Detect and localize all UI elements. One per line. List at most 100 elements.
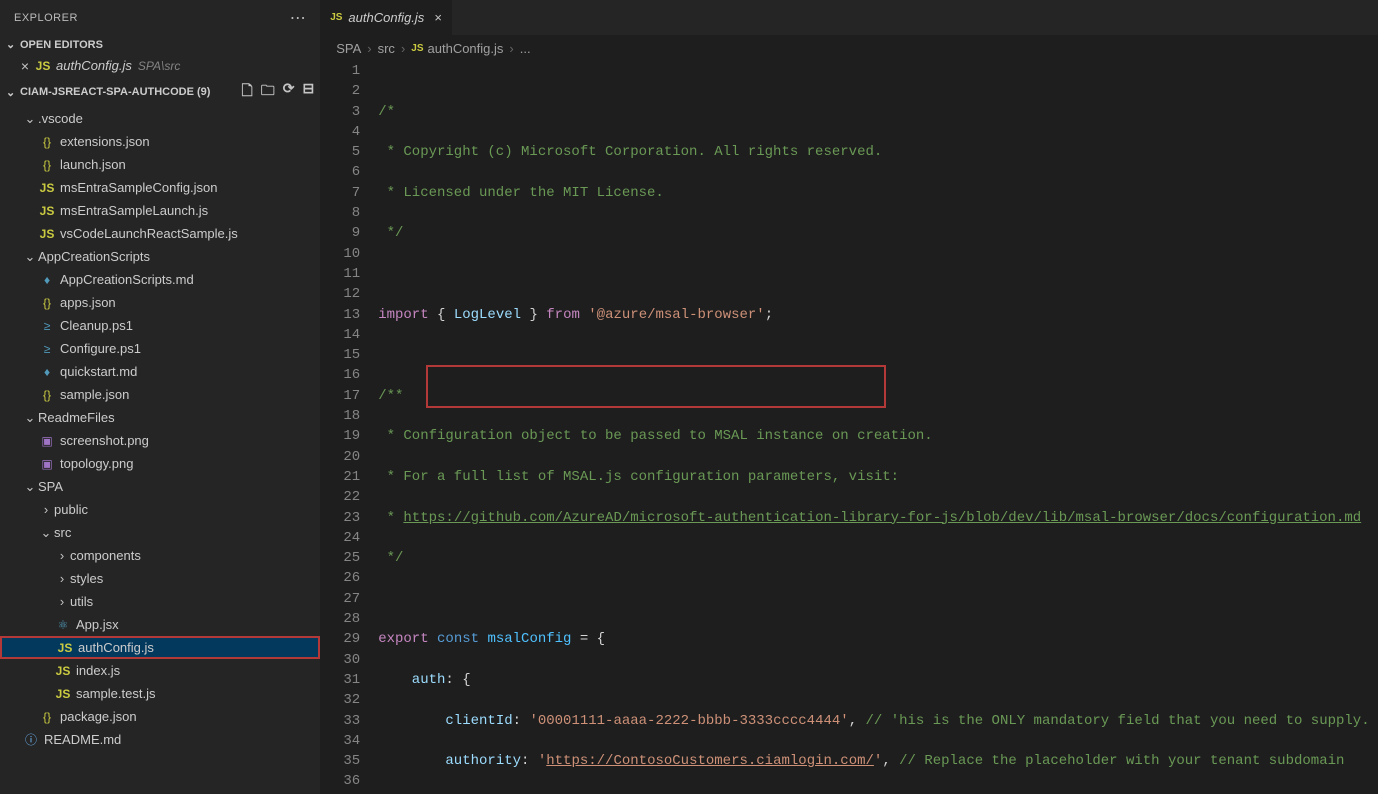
folder-spa[interactable]: ⌄SPA bbox=[0, 475, 320, 498]
collapse-icon[interactable]: ⊟ bbox=[302, 80, 314, 104]
project-label: CIAM-JSREACT-SPA-AUTHCODE (9) bbox=[20, 86, 210, 98]
file-label: extensions.json bbox=[60, 134, 150, 149]
folder-label: AppCreationScripts bbox=[38, 249, 150, 264]
file-msentra-launch[interactable]: JS msEntraSampleLaunch.js bbox=[0, 199, 320, 222]
folder-styles[interactable]: ›styles bbox=[0, 567, 320, 590]
json-icon: {} bbox=[38, 710, 56, 724]
close-icon[interactable]: × bbox=[434, 10, 442, 25]
chevron-right-icon: › bbox=[54, 594, 70, 609]
file-cleanup[interactable]: ≥Cleanup.ps1 bbox=[0, 314, 320, 337]
file-index[interactable]: JS index.js bbox=[0, 659, 320, 682]
file-label: launch.json bbox=[60, 157, 126, 172]
file-authconfig[interactable]: JS authConfig.js bbox=[0, 636, 320, 659]
file-label: screenshot.png bbox=[60, 433, 149, 448]
file-sample-json[interactable]: {} sample.json bbox=[0, 383, 320, 406]
file-configure[interactable]: ≥Configure.ps1 bbox=[0, 337, 320, 360]
file-label: App.jsx bbox=[76, 617, 119, 632]
folder-label: ReadmeFiles bbox=[38, 410, 115, 425]
folder-label: styles bbox=[70, 571, 103, 586]
file-label: msEntraSampleLaunch.js bbox=[60, 203, 208, 218]
code-content[interactable]: /* * Copyright (c) Microsoft Corporation… bbox=[378, 61, 1378, 794]
folder-label: public bbox=[54, 502, 88, 517]
explorer-title: EXPLORER bbox=[14, 12, 78, 24]
file-appcreation-md[interactable]: ♦AppCreationScripts.md bbox=[0, 268, 320, 291]
file-topology[interactable]: ▣topology.png bbox=[0, 452, 320, 475]
file-launch[interactable]: {}launch.json bbox=[0, 153, 320, 176]
folder-label: src bbox=[54, 525, 71, 540]
crumb-file[interactable]: authConfig.js bbox=[428, 41, 504, 56]
js-icon: JS bbox=[34, 59, 52, 73]
refresh-icon[interactable]: ⟳ bbox=[283, 80, 295, 104]
js-icon: JS bbox=[38, 227, 56, 241]
code-editor[interactable]: 1234567891011121314151617181920212223242… bbox=[320, 61, 1378, 794]
file-name: authConfig.js bbox=[56, 58, 132, 73]
crumb-spa[interactable]: SPA bbox=[336, 41, 361, 56]
project-actions: 🗋 🗀 ⟳ ⊟ bbox=[241, 80, 314, 104]
crumb-more[interactable]: ... bbox=[520, 41, 531, 56]
tab-authconfig[interactable]: JS authConfig.js × bbox=[320, 0, 453, 35]
json-icon: {} bbox=[38, 388, 56, 402]
project-header[interactable]: ⌄ CIAM-JSREACT-SPA-AUTHCODE (9) 🗋 🗀 ⟳ ⊟ bbox=[0, 77, 320, 107]
chevron-right-icon: › bbox=[38, 502, 54, 517]
chevron-right-icon: › bbox=[401, 41, 405, 56]
new-folder-icon[interactable]: 🗀 bbox=[261, 80, 275, 104]
folder-label: SPA bbox=[38, 479, 63, 494]
chevron-right-icon: › bbox=[509, 41, 513, 56]
info-icon: ⓘ bbox=[22, 731, 40, 748]
file-label: index.js bbox=[76, 663, 120, 678]
open-editors-label: OPEN EDITORS bbox=[20, 39, 103, 51]
file-label: Cleanup.ps1 bbox=[60, 318, 133, 333]
editor-area: JS authConfig.js × SPA › src › JS authCo… bbox=[320, 0, 1378, 794]
line-gutter: 1234567891011121314151617181920212223242… bbox=[320, 61, 378, 794]
folder-utils[interactable]: ›utils bbox=[0, 590, 320, 613]
chevron-down-icon: ⌄ bbox=[22, 479, 38, 495]
js-icon: JS bbox=[54, 687, 72, 701]
crumb-src[interactable]: src bbox=[378, 41, 395, 56]
file-label: vsCodeLaunchReactSample.js bbox=[60, 226, 238, 241]
chevron-down-icon: ⌄ bbox=[6, 86, 20, 99]
file-quickstart[interactable]: ♦quickstart.md bbox=[0, 360, 320, 383]
folder-components[interactable]: ›components bbox=[0, 544, 320, 567]
open-editors-header[interactable]: ⌄ OPEN EDITORS bbox=[0, 35, 320, 54]
folder-appcreation[interactable]: ⌄AppCreationScripts bbox=[0, 245, 320, 268]
breadcrumb[interactable]: SPA › src › JS authConfig.js › ... bbox=[320, 35, 1378, 61]
react-icon: ⚛ bbox=[54, 618, 72, 632]
file-msentra-config[interactable]: JS msEntraSampleConfig.json bbox=[0, 176, 320, 199]
file-label: sample.test.js bbox=[76, 686, 155, 701]
file-vscode-launch[interactable]: JS vsCodeLaunchReactSample.js bbox=[0, 222, 320, 245]
file-label: sample.json bbox=[60, 387, 129, 402]
more-actions-icon[interactable]: ⋯ bbox=[290, 8, 307, 28]
file-appjsx[interactable]: ⚛ App.jsx bbox=[0, 613, 320, 636]
file-apps-json[interactable]: {}apps.json bbox=[0, 291, 320, 314]
close-icon[interactable]: × bbox=[16, 58, 34, 74]
file-screenshot[interactable]: ▣screenshot.png bbox=[0, 429, 320, 452]
js-icon: JS bbox=[38, 204, 56, 218]
js-icon: JS bbox=[38, 181, 56, 195]
js-icon: JS bbox=[56, 641, 74, 655]
chevron-down-icon: ⌄ bbox=[6, 38, 20, 51]
md-icon: ♦ bbox=[38, 273, 56, 287]
file-extensions[interactable]: {}extensions.json bbox=[0, 130, 320, 153]
chevron-right-icon: › bbox=[54, 548, 70, 563]
new-file-icon[interactable]: 🗋 bbox=[241, 80, 252, 104]
file-package[interactable]: {}package.json bbox=[0, 705, 320, 728]
json-icon: {} bbox=[38, 296, 56, 310]
folder-label: .vscode bbox=[38, 111, 83, 126]
open-editor-item[interactable]: × JS authConfig.js SPA\src bbox=[0, 54, 320, 77]
file-label: msEntraSampleConfig.json bbox=[60, 180, 218, 195]
chevron-down-icon: ⌄ bbox=[22, 249, 38, 265]
file-sample-test[interactable]: JS sample.test.js bbox=[0, 682, 320, 705]
folder-public[interactable]: ›public bbox=[0, 498, 320, 521]
folder-vscode[interactable]: ⌄.vscode bbox=[0, 107, 320, 130]
folder-src[interactable]: ⌄src bbox=[0, 521, 320, 544]
file-readme[interactable]: ⓘREADME.md bbox=[0, 728, 320, 751]
file-label: authConfig.js bbox=[78, 640, 154, 655]
file-label: quickstart.md bbox=[60, 364, 137, 379]
folder-readmefiles[interactable]: ⌄ReadmeFiles bbox=[0, 406, 320, 429]
chevron-right-icon: › bbox=[367, 41, 371, 56]
js-icon: JS bbox=[411, 43, 423, 54]
chevron-down-icon: ⌄ bbox=[22, 410, 38, 426]
chevron-right-icon: › bbox=[54, 571, 70, 586]
js-icon: JS bbox=[54, 664, 72, 678]
file-path: SPA\src bbox=[138, 59, 180, 73]
